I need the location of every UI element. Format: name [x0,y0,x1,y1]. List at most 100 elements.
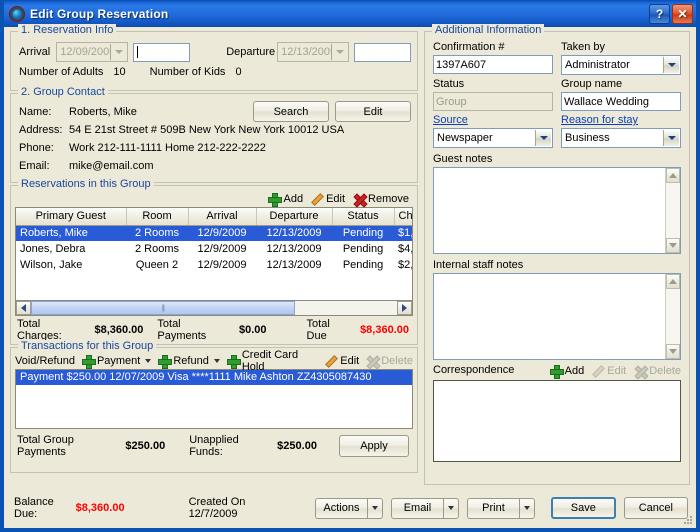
total-charges-label: Total Charges: [17,318,62,342]
reason-for-stay-value: Business [565,132,610,144]
email-button[interactable]: Email [390,497,443,519]
void-refund-button[interactable]: Void/Refund [15,355,75,367]
chevron-down-icon[interactable] [331,44,348,60]
resize-grip-icon[interactable] [682,514,694,526]
scroll-up-icon[interactable] [666,274,680,289]
scroll-right-icon[interactable] [397,301,412,315]
cancel-button[interactable]: Cancel [623,497,689,519]
cell-charges: $1,760.00 [394,225,412,241]
guest-notes-value[interactable] [434,168,665,253]
total-payments-value: $0.00 [239,324,267,336]
correspondence-add-button[interactable]: Add [549,365,585,379]
confirmation-input[interactable]: 1397A607 [433,55,553,74]
window-content: 1. Reservation Info Arrival 12/09/2009 D… [4,24,696,488]
cell-primary-guest: Wilson, Jake [20,259,83,271]
unapplied-funds-value: $250.00 [277,440,317,452]
adults-label: Number of Adults [19,66,104,78]
scroll-track[interactable] [666,289,680,344]
add-payment-button[interactable]: Payment [81,355,152,369]
help-button[interactable]: ? [649,4,670,24]
internal-notes-value[interactable] [434,274,665,359]
reservations-edit-button[interactable]: Edit [311,193,345,205]
list-item[interactable]: Payment $250.00 12/07/2009 Visa ****1111… [16,370,412,385]
scroll-down-icon[interactable] [666,344,680,359]
chevron-down-icon[interactable] [663,57,679,73]
table-row[interactable]: Jones, Debra 2 Rooms 12/9/2009 12/13/200… [16,241,412,257]
table-row[interactable]: Wilson, Jake Queen 2 12/9/2009 12/13/200… [16,257,412,273]
guest-notes-textarea[interactable] [433,167,681,254]
add-refund-button[interactable]: Refund [158,355,220,369]
cell-arrival: 12/9/2009 [197,259,247,271]
apply-button[interactable]: Apply [338,435,409,457]
contact-edit-button[interactable]: Edit [335,101,411,122]
arrival-time-input[interactable] [133,42,191,62]
table-row[interactable]: Roberts, Mike 2 Rooms 12/9/2009 12/13/20… [16,225,412,241]
print-dropdown-icon[interactable] [518,497,535,519]
transactions-toolbar: Void/Refund Payment Refund Credit Card H… [15,349,413,373]
source-link[interactable]: Source [433,114,553,128]
guest-notes-scrollbar[interactable] [665,168,680,253]
scroll-down-icon[interactable] [666,238,680,253]
transaction-edit-button[interactable]: Edit [325,355,359,367]
window-title: Edit Group Reservation [30,7,169,21]
print-button[interactable]: Print [466,497,519,519]
status-value: Group [436,95,467,108]
scroll-track[interactable] [666,183,680,238]
internal-notes-textarea[interactable] [433,273,681,360]
col-charges[interactable]: Charges [394,208,412,226]
source-select[interactable]: Newspaper [433,128,553,148]
save-button[interactable]: Save [550,497,616,519]
reason-for-stay-select[interactable]: Business [561,128,681,148]
col-primary-guest[interactable]: Primary Guest [16,208,127,226]
departure-date-picker[interactable]: 12/13/2009 [277,42,350,62]
scroll-track[interactable] [31,301,397,315]
transactions-totals: Total Group Payments $250.00 Unapplied F… [15,429,413,460]
actions-button[interactable]: Actions [314,497,367,519]
x-icon [353,193,365,205]
left-column: 1. Reservation Info Arrival 12/09/2009 D… [4,24,422,488]
reservations-group: Reservations in this Group Add Edit Remo… [10,178,418,345]
pencil-icon [325,355,337,367]
scroll-left-icon[interactable] [16,301,31,315]
arrival-date-value: 12/09/2009 [60,46,116,58]
col-room[interactable]: Room [126,208,189,226]
chevron-down-icon[interactable] [213,359,220,363]
reservations-add-button[interactable]: Add [268,193,303,207]
scroll-up-icon[interactable] [666,168,680,183]
created-on-text: Created On 12/7/2009 [188,496,246,520]
col-status[interactable]: Status [332,208,395,226]
reservations-horizontal-scrollbar[interactable] [15,301,413,316]
chevron-down-icon[interactable] [110,44,127,60]
group-name-label: Group name [561,78,623,90]
chevron-down-icon[interactable] [145,359,152,363]
chevron-down-icon[interactable] [535,130,551,146]
col-departure[interactable]: Departure [256,208,333,226]
correspondence-add-label: Add [564,365,585,377]
email-split-button[interactable]: Email [390,497,459,519]
print-split-button[interactable]: Print [466,497,535,519]
group-name-input[interactable]: Wallace Wedding [561,92,681,111]
scroll-thumb[interactable] [31,301,295,315]
actions-dropdown-icon[interactable] [366,497,383,519]
reservations-table[interactable]: Primary Guest Room Arrival Departure Sta… [15,207,413,301]
email-dropdown-icon[interactable] [442,497,459,519]
contact-search-button[interactable]: Search [253,101,329,122]
col-arrival[interactable]: Arrival [188,208,257,226]
departure-time-input[interactable] [354,42,411,62]
status-label: Status [433,78,465,90]
transactions-list[interactable]: Payment $250.00 12/07/2009 Visa ****1111… [15,369,413,429]
close-icon[interactable]: ✕ [672,4,693,24]
arrival-label: Arrival [19,46,51,58]
cell-charges: $2,200.00 [398,259,413,271]
taken-by-select[interactable]: Administrator [561,55,681,75]
plus-icon [268,193,283,207]
arrival-date-picker[interactable]: 12/09/2009 [56,42,129,62]
chevron-down-icon[interactable] [663,130,679,146]
correspondence-list[interactable] [433,380,681,462]
actions-split-button[interactable]: Actions [314,497,383,519]
internal-notes-scrollbar[interactable] [665,274,680,359]
contact-address-value: 54 E 21st Street # 509B New York New Yor… [69,124,345,136]
correspondence-delete-label: Delete [649,365,681,377]
reason-for-stay-link[interactable]: Reason for stay [561,114,681,128]
reservations-remove-button[interactable]: Remove [353,193,409,205]
